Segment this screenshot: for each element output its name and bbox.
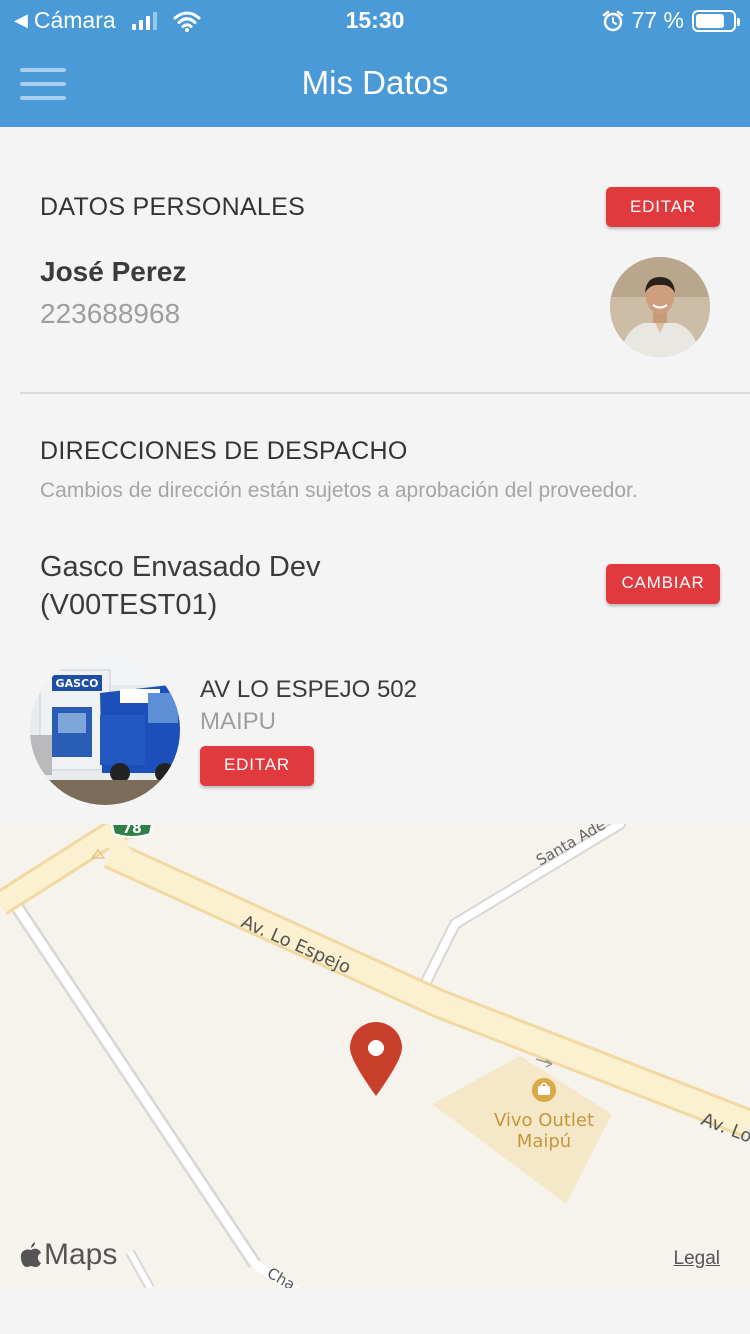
personal-section-title: DATOS PERSONALES	[40, 193, 306, 221]
battery-icon	[692, 9, 740, 32]
nav-bar: Mis Datos	[0, 40, 750, 127]
alarm-icon	[602, 10, 623, 31]
edit-personal-button[interactable]: EDITAR	[606, 187, 720, 227]
branch-name: Gasco Envasado Dev (V00TEST01)	[40, 551, 321, 621]
store-photo: GASCO	[30, 655, 180, 805]
app-header: ◀ Cámara 15:30 77 % Mis Datos	[0, 0, 750, 127]
battery-percent: 77 %	[631, 7, 684, 33]
shipping-subtitle: Cambios de dirección están sujetos a apr…	[40, 479, 638, 502]
status-bar: ◀ Cámara 15:30 77 %	[0, 0, 750, 40]
map-canvas[interactable]: 78 Av. Lo Espejo Av. Lo Santa Ade Cha Vi…	[0, 824, 750, 1288]
edit-address-button[interactable]: EDITAR	[200, 746, 314, 786]
status-right: 77 %	[602, 7, 740, 34]
apple-icon	[20, 1242, 41, 1267]
user-phone: 223688968	[40, 298, 181, 329]
store-sign-text: GASCO	[56, 677, 99, 690]
poi-name-line2[interactable]: Maipú	[517, 1131, 571, 1152]
page-title: Mis Datos	[301, 64, 449, 101]
address-line-2: MAIPU	[200, 708, 277, 735]
maps-logo: Maps	[20, 1238, 117, 1272]
section-divider	[20, 392, 750, 394]
avatar[interactable]	[610, 257, 710, 357]
user-name: José Perez	[40, 256, 187, 287]
street-label-bottom: Cha	[264, 1264, 298, 1288]
address-line-1: AV LO ESPEJO 502	[200, 676, 417, 703]
poi-name-line1[interactable]: Vivo Outlet	[494, 1110, 594, 1131]
location-pin-icon[interactable]	[350, 1022, 402, 1096]
change-address-button[interactable]: CAMBIAR	[606, 564, 720, 604]
battery-level	[696, 13, 724, 28]
legal-link[interactable]: Legal	[674, 1248, 721, 1270]
shipping-section-title: DIRECCIONES DE DESPACHO	[40, 437, 408, 465]
avatar-photo	[610, 257, 710, 357]
store-photo-image: GASCO	[30, 655, 180, 805]
street-label-top: Santa Ade	[533, 824, 609, 869]
route-badge: 78	[122, 824, 141, 837]
map-view[interactable]: 78 Av. Lo Espejo Av. Lo Santa Ade Cha Vi…	[0, 824, 750, 1288]
maps-brand: Maps	[44, 1238, 118, 1271]
bottom-area	[0, 1288, 750, 1334]
